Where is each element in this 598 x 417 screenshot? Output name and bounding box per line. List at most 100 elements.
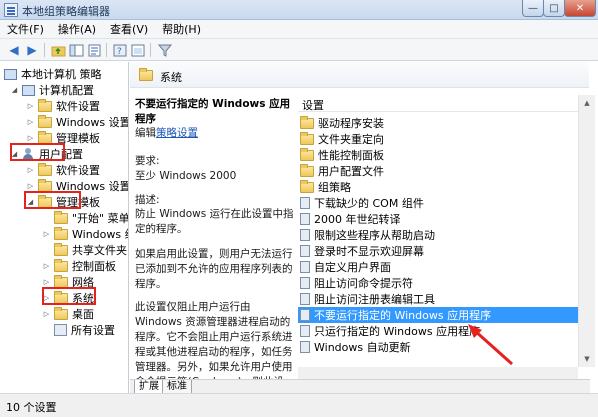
show-hide-tree-icon[interactable] [68,42,84,58]
list-item[interactable]: 下载缺少的 COM 组件 [298,195,578,211]
menu-view[interactable]: 查看(V) [103,21,155,37]
tree-item-label: 软件设置 [56,164,100,177]
navigation-tree: 本地计算机 策略 ◢ 计算机配置 ▷ 软件设置 ▷ Windows 设置 ▷ 管… [0,62,129,393]
tree-item-user-software-settings[interactable]: ▷ 软件设置 [26,162,100,178]
column-header-setting[interactable]: 设置 [298,95,578,112]
tree-item-label: "开始" 菜单 [72,212,129,225]
tree-item-control-panel[interactable]: ▷ 控制面板 [42,258,116,274]
console-icon[interactable] [130,42,146,58]
annotation-arrow [468,324,514,366]
collapse-arrow-icon[interactable]: ▷ [42,230,51,239]
list-item[interactable]: 只运行指定的 Windows 应用程序 [298,323,578,339]
menu-bar: 文件(F) 操作(A) 查看(V) 帮助(H) [0,20,598,39]
tree-item-label: 桌面 [72,308,94,321]
annotation-box-system [42,287,96,305]
tree-item-all-settings[interactable]: 所有设置 [42,322,115,338]
folder-icon [38,114,52,128]
tree-item-label: 计算机配置 [39,84,94,97]
policy-editor-icon [4,3,18,17]
list-item-label: 下载缺少的 COM 组件 [314,197,424,210]
up-folder-icon[interactable] [50,42,66,58]
list-item-label: 阻止访问命令提示符 [314,277,413,290]
properties-icon[interactable] [86,42,102,58]
tree-item-desktop[interactable]: ▷ 桌面 [42,306,94,322]
list-item-label: 自定义用户界面 [314,261,391,274]
collapse-arrow-icon[interactable]: ▷ [26,134,35,143]
back-arrow-icon[interactable]: ◀ [6,42,22,58]
description-pane: 不要运行指定的 Windows 应用程序 编辑策略设置 要求: 至少 Windo… [130,89,297,379]
folder-icon [300,179,314,193]
list-item[interactable]: 性能控制面板 [298,147,578,163]
tree-item-label: Windows 组件 [72,228,128,241]
list-item[interactable]: 用户配置文件 [298,163,578,179]
tree-item-root[interactable]: 本地计算机 策略 [4,66,102,82]
list-item[interactable]: 驱动程序安装 [298,115,578,131]
list-item-label: 组策略 [318,181,351,194]
list-item[interactable]: Windows 自动更新 [298,339,578,355]
collapse-arrow-icon[interactable]: ▷ [42,310,51,319]
edit-policy-link[interactable]: 策略设置 [156,127,198,139]
edit-prefix: 编辑 [135,127,156,139]
tree-item-software-settings[interactable]: ▷ 软件设置 [26,98,100,114]
list-item-label: 用户配置文件 [318,165,384,178]
help-icon[interactable]: ? [112,42,128,58]
list-item[interactable]: 阻止访问注册表编辑工具 [298,291,578,307]
tab-standard[interactable]: 标准 [162,380,192,394]
tree-item-windows-settings[interactable]: ▷ Windows 设置 [26,114,129,130]
list-item[interactable]: 登录时不显示欢迎屏幕 [298,243,578,259]
scroll-down-icon[interactable]: ▼ [579,351,595,367]
folder-icon [139,68,153,81]
filter-icon[interactable] [157,42,173,58]
maximize-button[interactable]: □ [543,0,565,17]
list-item-label: Windows 自动更新 [314,341,411,354]
status-bar: 10 个设置 [0,393,598,417]
menu-file[interactable]: 文件(F) [0,21,51,37]
folder-icon [54,242,68,256]
content-header-title: 系统 [160,71,182,84]
tree-item-shared-folders[interactable]: 共享文件夹 [42,242,127,258]
collapse-arrow-icon[interactable]: ▷ [42,262,51,271]
list-item[interactable]: 2000 年世纪转译 [298,211,578,227]
list-item[interactable]: 自定义用户界面 [298,259,578,275]
description-para-1: 防止 Windows 运行在此设置中指定的程序。 [135,208,294,235]
list-item[interactable]: 不要运行指定的 Windows 应用程序 [298,307,578,323]
folder-icon [38,162,52,176]
menu-help[interactable]: 帮助(H) [155,21,208,37]
list-item-label: 2000 年世纪转译 [314,213,401,226]
policy-icon [300,293,310,305]
list-item[interactable]: 文件夹重定向 [298,131,578,147]
collapse-arrow-icon[interactable]: ▷ [42,278,51,287]
toolbar-separator [106,43,107,57]
annotation-box-admin-templates [24,191,81,209]
minimize-button[interactable]: — [522,0,544,17]
tree-item-computer-config[interactable]: ◢ 计算机配置 [10,82,94,98]
tab-extended[interactable]: 扩展 [134,380,164,394]
forward-arrow-icon[interactable]: ▶ [24,42,40,58]
scroll-up-icon[interactable]: ▲ [579,95,595,111]
menu-action[interactable]: 操作(A) [51,21,103,37]
vertical-scrollbar[interactable]: ▲ ▼ [578,95,595,367]
collapse-arrow-icon[interactable]: ▷ [26,102,35,111]
description-para-3: 此设置仅阻止用户运行由 Windows 资源管理器进程启动的程序。它不会阻止用户… [135,301,293,379]
horizontal-scrollbar[interactable] [298,367,578,379]
tree-item-label: Windows 设置 [56,116,129,129]
window-title: 本地组策略编辑器 [22,5,110,18]
collapse-arrow-icon[interactable]: ▷ [26,118,35,127]
list-item-label: 只运行指定的 Windows 应用程序 [314,325,481,338]
list-item[interactable]: 限制这些程序从帮助启动 [298,227,578,243]
requirements-value: 至少 Windows 2000 [135,170,237,182]
tree-item-windows-components[interactable]: ▷ Windows 组件 [42,226,128,242]
computer-icon [22,84,35,96]
expand-arrow-icon[interactable]: ◢ [10,86,19,95]
collapse-arrow-icon[interactable]: ▷ [26,166,35,175]
tree-item-start-menu[interactable]: "开始" 菜单 [42,210,129,226]
folder-icon [54,226,68,240]
close-button[interactable]: ✕ [564,0,596,17]
folder-icon [54,306,68,320]
folder-icon [300,147,314,161]
view-tabs: 扩展 标准 [130,379,590,394]
list-item[interactable]: 组策略 [298,179,578,195]
toolbar: ◀ ▶ ? [0,39,598,61]
collapse-arrow-icon[interactable]: ▷ [26,182,35,191]
list-item[interactable]: 阻止访问命令提示符 [298,275,578,291]
